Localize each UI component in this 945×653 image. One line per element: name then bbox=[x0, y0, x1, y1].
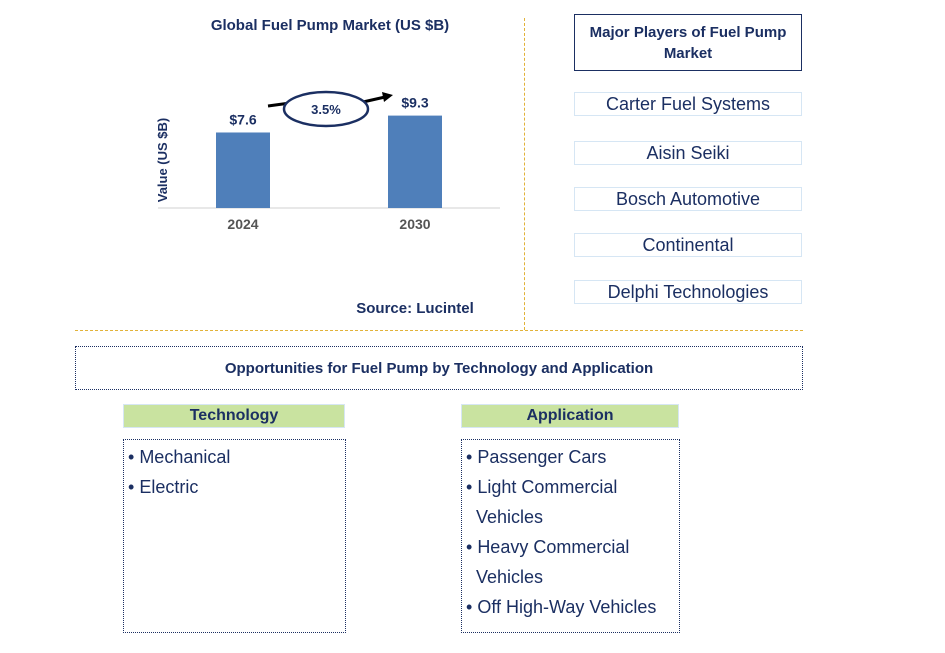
list-item-text: Heavy Commercial bbox=[477, 537, 630, 557]
player-item: Aisin Seiki bbox=[574, 141, 802, 165]
list-item-text: Electric bbox=[139, 477, 199, 497]
list-item-text: Off High-Way Vehicles bbox=[477, 597, 657, 617]
horizontal-divider bbox=[75, 330, 803, 331]
list-item-text: Light Commercial bbox=[477, 477, 618, 497]
player-item: Bosch Automotive bbox=[574, 187, 802, 211]
list-item-text-cont: Vehicles bbox=[476, 507, 544, 527]
list-item: • Passenger Cars bbox=[466, 447, 607, 467]
bar-2024 bbox=[216, 132, 270, 208]
y-axis-label: Value (US $B) bbox=[155, 118, 170, 203]
list-item: • Mechanical bbox=[128, 447, 231, 467]
technology-list: • Mechanical • Electric bbox=[123, 439, 346, 633]
players-title: Major Players of Fuel Pump Market bbox=[574, 14, 802, 71]
list-item-text: Mechanical bbox=[139, 447, 231, 467]
list-item-text: Passenger Cars bbox=[477, 447, 607, 467]
application-list: • Passenger Cars • Light Commercial Vehic… bbox=[461, 439, 680, 633]
data-label: $9.3 bbox=[401, 95, 428, 111]
cagr-arrow-right bbox=[362, 95, 386, 104]
bar-2030 bbox=[388, 115, 442, 208]
list-item: • Electric bbox=[128, 477, 199, 497]
player-item: Carter Fuel Systems bbox=[574, 92, 802, 116]
opportunities-title: Opportunities for Fuel Pump by Technolog… bbox=[75, 346, 803, 390]
list-item: • Light Commercial Vehicles bbox=[466, 472, 675, 532]
arrowhead-icon bbox=[382, 92, 393, 102]
cagr-label: 3.5% bbox=[311, 102, 341, 117]
player-item: Continental bbox=[574, 233, 802, 257]
application-heading: Application bbox=[461, 404, 679, 428]
source-label: Source: Lucintel bbox=[356, 300, 474, 317]
list-item: • Off High-Way Vehicles bbox=[466, 597, 657, 617]
x-tick-label: 2030 bbox=[399, 216, 430, 232]
bar-chart: Value (US $B) $7.6 2024 $9.3 2030 3.5% bbox=[155, 90, 500, 232]
technology-heading: Technology bbox=[123, 404, 345, 428]
chart-title: Global Fuel Pump Market (US $B) bbox=[210, 17, 450, 34]
list-item: • Heavy Commercial Vehicles bbox=[466, 532, 675, 592]
list-item-text-cont: Vehicles bbox=[476, 567, 544, 587]
vertical-divider bbox=[524, 18, 525, 330]
player-item: Delphi Technologies bbox=[574, 280, 802, 304]
x-tick-label: 2024 bbox=[227, 216, 258, 232]
data-label: $7.6 bbox=[229, 111, 256, 127]
